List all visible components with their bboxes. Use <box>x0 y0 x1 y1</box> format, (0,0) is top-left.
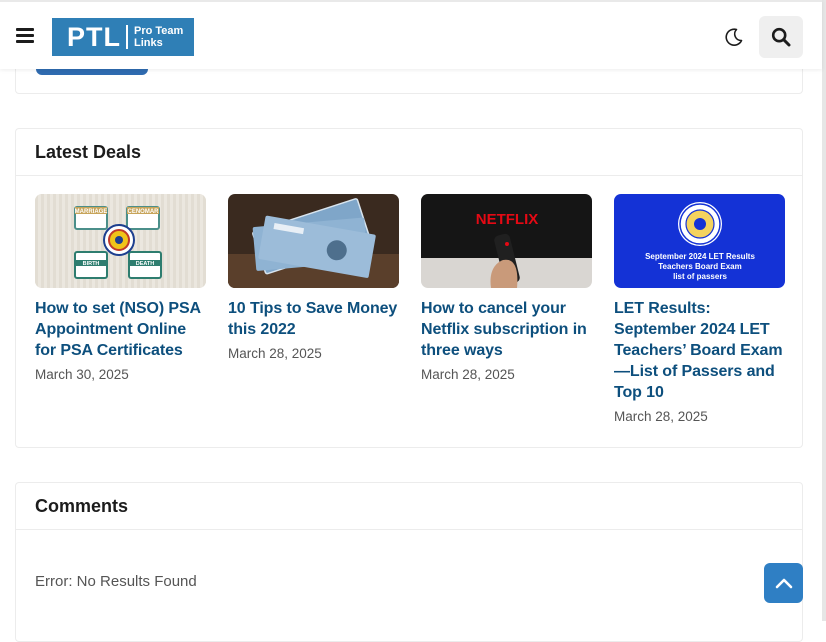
folder-birth: BIRTH <box>74 251 108 279</box>
svg-text:list of passers: list of passers <box>673 272 727 281</box>
svg-text:Teachers Board Exam: Teachers Board Exam <box>658 262 741 271</box>
back-to-top-button[interactable] <box>764 563 803 603</box>
top-header: PTL Pro Team Links <box>0 0 822 69</box>
comments-section: Comments Error: No Results Found <box>15 482 803 642</box>
deal-date: March 30, 2025 <box>35 367 129 382</box>
svg-text:September 2024 LET Results: September 2024 LET Results <box>645 252 755 261</box>
svg-text:BIRTH: BIRTH <box>83 261 100 267</box>
deal-date: March 28, 2025 <box>614 409 708 424</box>
svg-text:CENOMAR: CENOMAR <box>128 209 160 215</box>
deal-title[interactable]: LET Results: September 2024 LET Teachers… <box>614 298 785 403</box>
page-scrollbar[interactable] <box>822 0 826 621</box>
svg-text:MARRIAGE: MARRIAGE <box>75 209 108 215</box>
folder-marriage: MARRIAGE <box>74 206 108 230</box>
logo-line-1: Pro Team <box>134 25 184 37</box>
deal-title[interactable]: 10 Tips to Save Money this 2022 <box>228 298 399 340</box>
search-icon <box>771 27 791 47</box>
search-button[interactable] <box>759 16 803 58</box>
latest-deals-header: Latest Deals <box>16 129 802 176</box>
deal-thumbnail[interactable]: NETFLIX <box>421 194 592 288</box>
deal-title[interactable]: How to cancel your Netflix subscription … <box>421 298 592 361</box>
deal-date: March 28, 2025 <box>228 346 322 361</box>
deal-title[interactable]: How to set (NSO) PSA Appointment Online … <box>35 298 206 361</box>
svg-text:DEATH: DEATH <box>136 261 155 267</box>
deal-thumbnail[interactable]: September 2024 LET Results Teachers Boar… <box>614 194 785 288</box>
logo-divider <box>126 25 128 49</box>
prc-seal-icon <box>678 202 722 246</box>
logo-mark: PTL <box>67 21 121 52</box>
chevron-up-icon <box>775 578 792 589</box>
folder-death: DEATH <box>128 251 162 279</box>
section-title: Comments <box>35 495 129 516</box>
deal-date: March 28, 2025 <box>421 367 515 382</box>
comments-body: Error: No Results Found <box>16 530 802 590</box>
logo-text: Pro Team Links <box>134 25 183 49</box>
section-title: Latest Deals <box>35 141 142 162</box>
error-message: No Results Found <box>76 573 197 590</box>
deal-item-save-money[interactable]: 10 Tips to Save Money this 2022 March 28… <box>228 194 399 361</box>
logo-line-2: Links <box>134 37 163 49</box>
site-logo[interactable]: PTL Pro Team Links <box>52 18 194 56</box>
deal-item-netflix[interactable]: NETFLIX How to cancel your Netflix subsc… <box>421 194 592 382</box>
error-label: Error: <box>35 573 73 590</box>
deal-item-let-results[interactable]: September 2024 LET Results Teachers Boar… <box>614 194 785 424</box>
menu-icon[interactable] <box>16 28 34 44</box>
moon-icon[interactable] <box>724 27 744 47</box>
deal-thumbnail[interactable] <box>228 194 399 288</box>
psa-seal-icon <box>103 224 135 256</box>
svg-text:NETFLIX: NETFLIX <box>476 211 539 228</box>
folder-cenomar: CENOMAR <box>126 206 160 230</box>
deal-thumbnail[interactable]: MARRIAGE CENOMAR BIRTH DEATH <box>35 194 206 288</box>
deal-item-psa[interactable]: MARRIAGE CENOMAR BIRTH DEATH How to set … <box>35 194 206 382</box>
latest-deals-section: Latest Deals MARRIAGE CENOMAR BIRTH DEAT… <box>15 128 803 448</box>
comments-header: Comments <box>16 483 802 530</box>
